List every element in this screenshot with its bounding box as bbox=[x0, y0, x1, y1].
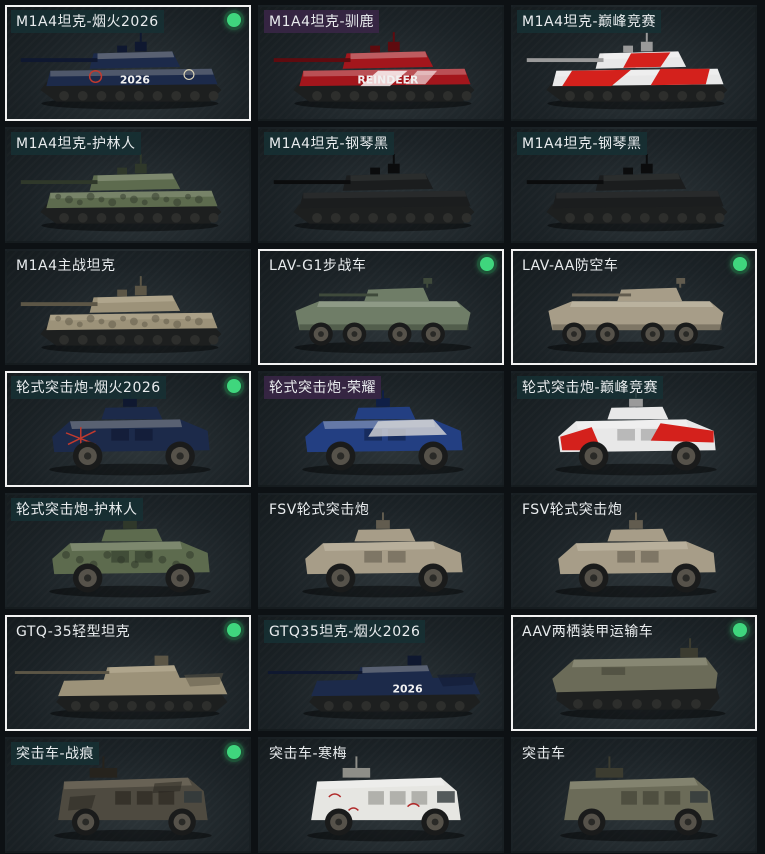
vehicle-card[interactable]: LAV-G1步战车 bbox=[258, 249, 504, 365]
equipped-indicator-icon bbox=[480, 257, 494, 271]
equipped-indicator-icon bbox=[227, 379, 241, 393]
vehicle-name-label: M1A4坦克-巅峰竞赛 bbox=[517, 10, 662, 33]
vehicle-card[interactable]: 轮式突击炮-巅峰竞赛 bbox=[511, 371, 757, 487]
vehicle-card[interactable]: 突击车 bbox=[511, 737, 757, 853]
equipped-indicator-icon bbox=[227, 13, 241, 27]
vehicle-card[interactable]: 2026 GTQ35坦克-烟火2026 bbox=[258, 615, 504, 731]
equipped-indicator-icon bbox=[733, 623, 747, 637]
vehicle-name-label: M1A4坦克-钢琴黑 bbox=[264, 132, 394, 155]
vehicle-name-label: 轮式突击炮-荣耀 bbox=[264, 376, 382, 399]
vehicle-name-label: M1A4坦克-驯鹿 bbox=[264, 10, 380, 33]
vehicle-name-label: GTQ35坦克-烟火2026 bbox=[264, 620, 426, 643]
vehicle-name-label: 突击车-寒梅 bbox=[269, 746, 348, 762]
equipped-indicator-icon bbox=[733, 257, 747, 271]
vehicle-name-label: FSV轮式突击炮 bbox=[269, 502, 370, 518]
vehicle-card[interactable]: M1A4坦克-护林人 bbox=[5, 127, 251, 243]
vehicle-name-label: M1A4主战坦克 bbox=[16, 258, 116, 274]
vehicle-grid: 2026 M1A4坦克-烟火2026 REINDEER M1A4坦克-驯鹿 M1A4… bbox=[5, 5, 757, 853]
vehicle-card[interactable]: M1A4坦克-巅峰竞赛 bbox=[511, 5, 757, 121]
vehicle-card[interactable]: LAV-AA防空车 bbox=[511, 249, 757, 365]
vehicle-card[interactable]: GTQ-35轻型坦克 bbox=[5, 615, 251, 731]
vehicle-card[interactable]: FSV轮式突击炮 bbox=[511, 493, 757, 609]
vehicle-name-label: FSV轮式突击炮 bbox=[522, 502, 623, 518]
vehicle-name-label: LAV-G1步战车 bbox=[269, 258, 367, 274]
vehicle-card[interactable]: 突击车-战痕 bbox=[5, 737, 251, 853]
vehicle-card[interactable]: 轮式突击炮-荣耀 bbox=[258, 371, 504, 487]
equipped-indicator-icon bbox=[227, 623, 241, 637]
vehicle-card[interactable]: 突击车-寒梅 bbox=[258, 737, 504, 853]
vehicle-card[interactable]: FSV轮式突击炮 bbox=[258, 493, 504, 609]
svg-text:REINDEER: REINDEER bbox=[357, 73, 419, 86]
vehicle-card[interactable]: 轮式突击炮-护林人 bbox=[5, 493, 251, 609]
vehicle-card[interactable]: 2026 M1A4坦克-烟火2026 bbox=[5, 5, 251, 121]
vehicle-name-label: M1A4坦克-钢琴黑 bbox=[517, 132, 647, 155]
equipped-indicator-icon bbox=[227, 745, 241, 759]
vehicle-name-label: 轮式突击炮-巅峰竞赛 bbox=[517, 376, 664, 399]
vehicle-card[interactable]: REINDEER M1A4坦克-驯鹿 bbox=[258, 5, 504, 121]
vehicle-name-label: 突击车-战痕 bbox=[11, 742, 100, 765]
svg-text:2026: 2026 bbox=[120, 73, 150, 86]
vehicle-name-label: 突击车 bbox=[522, 746, 566, 762]
vehicle-name-label: 轮式突击炮-护林人 bbox=[11, 498, 143, 521]
vehicle-name-label: M1A4坦克-护林人 bbox=[11, 132, 141, 155]
vehicle-name-label: M1A4坦克-烟火2026 bbox=[11, 10, 164, 33]
vehicle-name-label: LAV-AA防空车 bbox=[522, 258, 619, 274]
vehicle-name-label: 轮式突击炮-烟火2026 bbox=[11, 376, 166, 399]
vehicle-card[interactable]: 轮式突击炮-烟火2026 bbox=[5, 371, 251, 487]
vehicle-card[interactable]: M1A4坦克-钢琴黑 bbox=[511, 127, 757, 243]
vehicle-card[interactable]: AAV两栖装甲运输车 bbox=[511, 615, 757, 731]
vehicle-card[interactable]: M1A4坦克-钢琴黑 bbox=[258, 127, 504, 243]
vehicle-card[interactable]: M1A4主战坦克 bbox=[5, 249, 251, 365]
vehicle-name-label: AAV两栖装甲运输车 bbox=[522, 624, 654, 640]
svg-text:2026: 2026 bbox=[393, 682, 423, 695]
vehicle-name-label: GTQ-35轻型坦克 bbox=[16, 624, 131, 640]
